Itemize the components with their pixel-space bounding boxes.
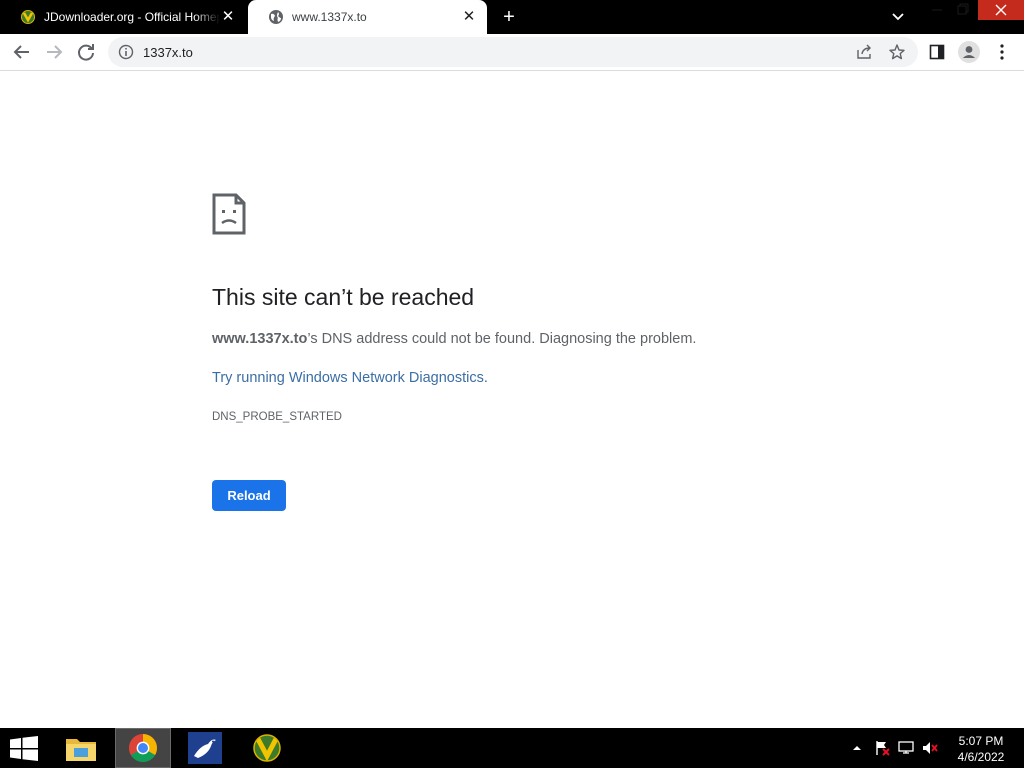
- action-center-flag-icon[interactable]: [874, 740, 890, 756]
- clock-time: 5:07 PM: [958, 734, 1004, 748]
- new-tab-icon[interactable]: +: [499, 7, 519, 27]
- jdownloader-icon: [253, 734, 281, 762]
- share-icon[interactable]: [856, 44, 874, 60]
- close-tab-icon[interactable]: ✕: [461, 9, 477, 25]
- windows-start-icon[interactable]: [10, 736, 38, 761]
- taskbar-jdownloader[interactable]: [239, 728, 295, 768]
- back-arrow-icon[interactable]: [10, 40, 34, 64]
- side-panel-icon[interactable]: [929, 44, 945, 60]
- bookmark-star-icon[interactable]: [888, 43, 906, 61]
- close-window-icon[interactable]: [978, 0, 1024, 20]
- browser-toolbar: 1337x.to: [0, 34, 1024, 71]
- close-tab-icon[interactable]: ✕: [220, 9, 236, 25]
- taskbar-bird-app[interactable]: [177, 728, 233, 768]
- jdownloader-icon: [21, 10, 35, 24]
- error-host: www.1337x.to: [212, 331, 308, 347]
- profile-avatar-icon[interactable]: [958, 41, 980, 63]
- url-text[interactable]: 1337x.to: [143, 45, 193, 60]
- error-title: This site can’t be reached: [212, 284, 475, 310]
- info-icon[interactable]: [118, 44, 134, 60]
- reload-button[interactable]: Reload: [212, 480, 286, 511]
- restore-window-icon[interactable]: [952, 0, 974, 20]
- sad-page-icon: [212, 193, 246, 235]
- clock-date: 4/6/2022: [957, 750, 1005, 764]
- network-diagnostics-link[interactable]: Try running Windows Network Diagnostics: [212, 370, 484, 386]
- reload-icon[interactable]: [74, 40, 98, 64]
- tab-jdownloader[interactable]: JDownloader.org - Official Homepage ✕: [0, 0, 246, 34]
- file-explorer-icon: [66, 739, 96, 761]
- volume-muted-icon[interactable]: [922, 740, 938, 756]
- tab-1337x[interactable]: www.1337x.to ✕: [248, 0, 487, 34]
- suggestion-period: .: [483, 370, 488, 386]
- taskbar-chrome[interactable]: [115, 728, 171, 768]
- windows-taskbar: 5:07 PM 4/6/2022: [0, 728, 1024, 768]
- show-hidden-icons-icon[interactable]: [852, 740, 862, 756]
- system-clock[interactable]: 5:07 PM 4/6/2022: [948, 733, 1014, 765]
- tab-title: www.1337x.to: [292, 10, 367, 24]
- taskbar-file-explorer[interactable]: [53, 728, 109, 768]
- tab-title: JDownloader.org - Official Homepage: [44, 10, 220, 24]
- chevron-down-icon[interactable]: [889, 9, 907, 25]
- minimize-window-icon[interactable]: [926, 0, 948, 20]
- globe-icon: [269, 10, 283, 24]
- error-code: DNS_PROBE_STARTED: [212, 411, 342, 423]
- network-icon[interactable]: [898, 740, 914, 756]
- error-description: www.1337x.to’s DNS address could not be …: [212, 331, 696, 347]
- address-bar[interactable]: 1337x.to: [108, 37, 918, 67]
- chrome-icon: [129, 734, 157, 762]
- kebab-menu-icon[interactable]: [996, 43, 1008, 61]
- tab-strip: JDownloader.org - Official Homepage ✕ ww…: [0, 0, 1024, 34]
- forward-arrow-icon[interactable]: [42, 40, 66, 64]
- bird-app-icon: [188, 732, 222, 764]
- error-suggestion: Try running Windows Network Diagnostics.: [212, 370, 488, 386]
- error-description-text: ’s DNS address could not be found. Diagn…: [307, 331, 697, 347]
